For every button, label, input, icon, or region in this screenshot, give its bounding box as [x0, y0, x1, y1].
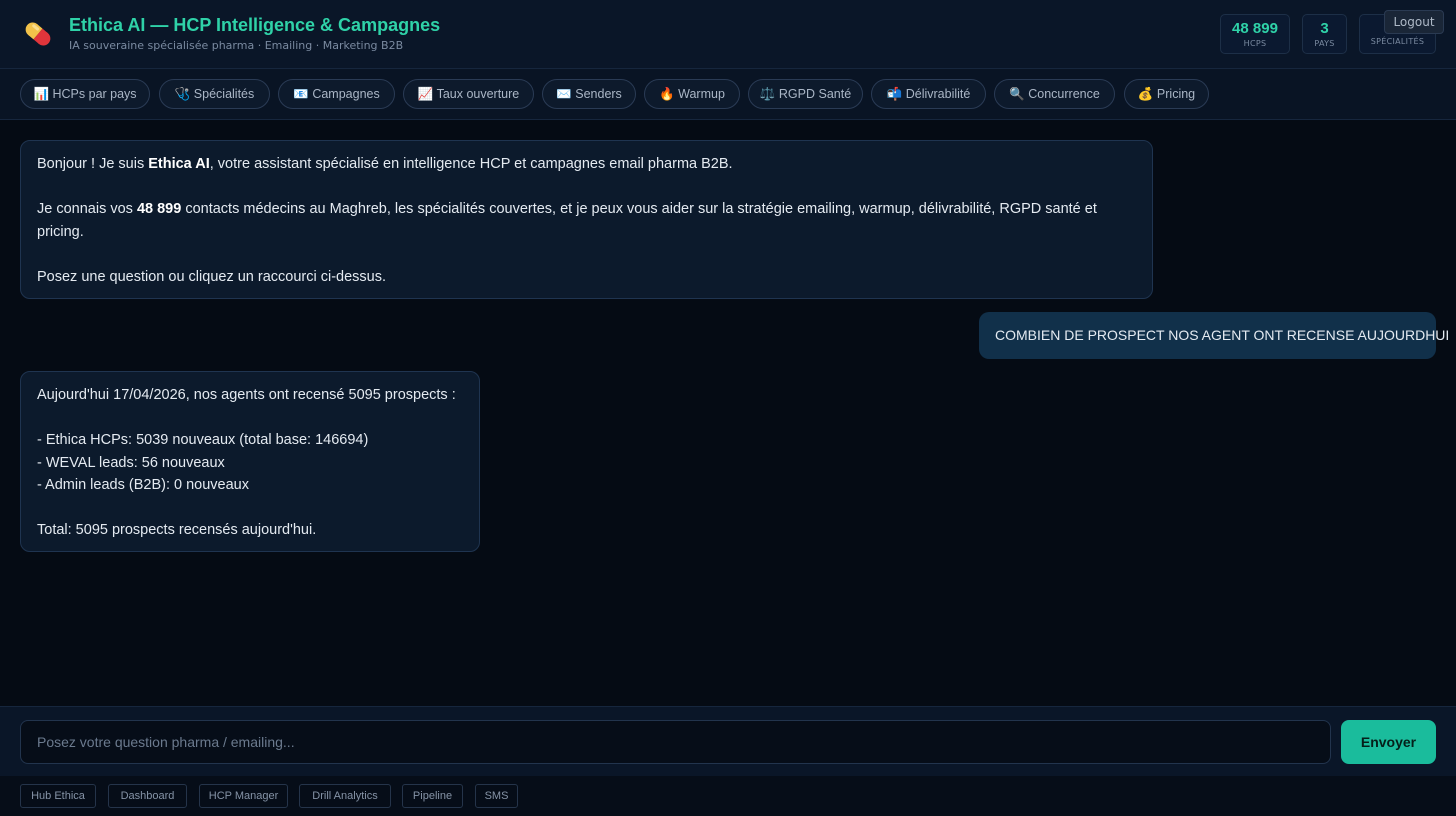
shortcut-hcps-par-pays[interactable]: 📊 HCPs par pays	[20, 79, 150, 109]
footer-link-sms[interactable]: SMS	[475, 784, 518, 808]
shortcut-senders[interactable]: ✉️ Senders	[542, 79, 636, 109]
shortcut-label: Taux ouverture	[436, 87, 520, 101]
message-line: Bonjour ! Je suis Ethica AI, votre assis…	[37, 153, 1136, 176]
stat-value: 3	[1320, 20, 1329, 37]
shortcut-concurrence[interactable]: 🔍 Concurrence	[994, 79, 1115, 109]
message-line: Posez une question ou cliquez un raccour…	[37, 268, 386, 285]
shortcut-label: HCPs par pays	[52, 87, 137, 101]
stat-label: HCPS	[1243, 39, 1267, 48]
shortcut-label: Warmup	[678, 87, 725, 101]
email-icon: 📧	[293, 87, 309, 101]
message-line: Total: 5095 prospects recensés aujourd'h…	[37, 522, 317, 538]
scales-icon: ⚖️	[759, 87, 776, 101]
message-line: - WEVAL leads: 56 nouveaux	[37, 454, 225, 471]
footer-link-dashboard[interactable]: Dashboard	[108, 784, 187, 808]
shortcut-pricing[interactable]: 💰 Pricing	[1124, 79, 1209, 109]
message-line: Aujourd'hui 17/04/2026, nos agents ont r…	[37, 387, 456, 403]
shortcut-label: Senders	[575, 87, 622, 101]
contact-count: 48 899	[136, 201, 182, 217]
message-text: Je connais vos	[37, 201, 137, 217]
magnifier-icon: 🔍	[1009, 87, 1025, 101]
send-button[interactable]: Envoyer	[1341, 720, 1436, 764]
composer: Envoyer	[0, 706, 1456, 776]
shortcut-specialites[interactable]: 🩺 Spécialités	[159, 79, 270, 109]
message-line: Je connais vos 48 899 contacts médecins …	[37, 198, 1136, 243]
chat-input[interactable]	[20, 720, 1331, 764]
message-text: contacts médecins au Maghreb, les spécia…	[37, 201, 1101, 240]
message-line: - Admin leads (B2B): 0 nouveaux	[37, 477, 249, 493]
footer-link-pipeline[interactable]: Pipeline	[402, 784, 463, 808]
page-title: Ethica AI — HCP Intelligence & Campagnes	[69, 15, 441, 35]
footer-link-hcp-manager[interactable]: HCP Manager	[199, 784, 288, 808]
assistant-name: Ethica AI	[148, 156, 210, 172]
shortcut-warmup[interactable]: 🔥 Warmup	[644, 79, 740, 109]
message-text: Bonjour ! Je suis	[37, 156, 149, 172]
app-header: Ethica AI — HCP Intelligence & Campagnes…	[0, 0, 1456, 69]
envelope-icon: ✉️	[556, 87, 572, 101]
shortcut-delivrabilite[interactable]: 📬 Délivrabilité	[871, 79, 986, 109]
stat-label: PAYS	[1314, 39, 1335, 48]
shortcut-label: Délivrabilité	[905, 87, 971, 101]
shortcut-label: Campagnes	[312, 87, 380, 101]
stethoscope-icon: 🩺	[174, 87, 191, 101]
stat-hcps: 48 899 HCPS	[1220, 14, 1290, 54]
money-bag-icon: 💰	[1137, 87, 1154, 101]
fire-icon: 🔥	[659, 87, 675, 101]
shortcut-label: Concurrence	[1028, 87, 1100, 101]
mailbox-icon: 📬	[886, 87, 903, 101]
pill-icon	[25, 22, 51, 46]
shortcut-campagnes[interactable]: 📧 Campagnes	[278, 79, 395, 109]
shortcut-taux-ouverture[interactable]: 📈 Taux ouverture	[403, 79, 534, 109]
shortcut-rgpd-sante[interactable]: ⚖️ RGPD Santé	[748, 79, 863, 109]
shortcut-label: Spécialités	[193, 87, 255, 101]
stat-value: 48 899	[1232, 20, 1278, 37]
shortcut-bar: 📊 HCPs par pays 🩺 Spécialités 📧 Campagne…	[0, 69, 1456, 120]
assistant-message-answer: Aujourd'hui 17/04/2026, nos agents ont r…	[20, 371, 480, 552]
trend-icon: 📈	[417, 87, 434, 101]
page-subtitle: IA souveraine spécialisée pharma · Email…	[69, 39, 404, 52]
footer-link-hub-ethica[interactable]: Hub Ethica	[20, 784, 96, 808]
chart-icon: 📊	[33, 87, 50, 101]
assistant-message-welcome: Bonjour ! Je suis Ethica AI, votre assis…	[20, 140, 1153, 299]
message-line: - Ethica HCPs: 5039 nouveaux (total base…	[37, 432, 369, 448]
message-text: , votre assistant spécialisé en intellig…	[209, 156, 733, 172]
logout-button[interactable]: Logout	[1384, 10, 1444, 34]
stat-pays: 3 PAYS	[1302, 14, 1347, 54]
shortcut-label: Pricing	[1156, 87, 1196, 101]
user-message: COMBIEN DE PROSPECT NOS AGENT ONT RECENS…	[979, 312, 1449, 359]
footer-nav: Hub Ethica Dashboard HCP Manager Drill A…	[0, 776, 1456, 816]
stat-label: SPÉCIALITÉS	[1370, 37, 1425, 46]
footer-link-drill-analytics[interactable]: Drill Analytics	[299, 784, 391, 808]
shortcut-label: RGPD Santé	[778, 87, 852, 101]
